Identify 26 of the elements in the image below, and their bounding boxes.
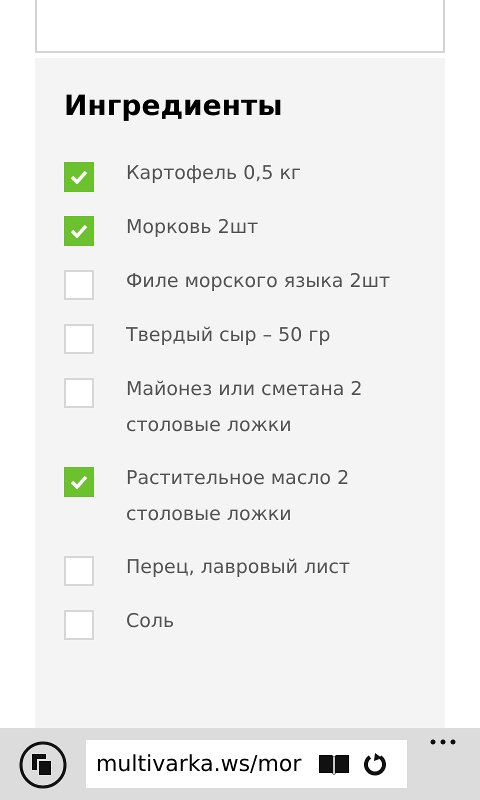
section-title: Ингредиенты (64, 88, 284, 124)
refresh-icon[interactable] (362, 751, 388, 777)
checkmark-icon (70, 475, 88, 489)
more-icon[interactable] (429, 738, 457, 746)
tabs-icon[interactable] (18, 740, 68, 790)
book-icon[interactable] (318, 752, 350, 776)
ingredient-label: Соль (126, 609, 176, 634)
checkbox[interactable] (64, 216, 94, 246)
checkmark-icon (70, 170, 88, 184)
ingredient-label: Твердый сыр – 50 гр (126, 323, 332, 348)
address-field[interactable]: multivarka.ws/mor (86, 740, 407, 788)
ingredient-label: Растительное масло 2 столовые ложки (126, 466, 350, 527)
checkbox[interactable] (64, 270, 94, 300)
ingredient-label: Картофель 0,5 кг (126, 161, 302, 186)
checkbox[interactable] (64, 610, 94, 640)
ingredient-label: Майонез или сметана 2 столовые ложки (126, 377, 364, 438)
ingredient-label: Перец, лавровый лист (126, 555, 352, 580)
checkmark-icon (70, 224, 88, 238)
ingredient-label: Филе морского языка 2шт (126, 269, 392, 294)
checkbox[interactable] (64, 467, 94, 497)
url-text: multivarka.ws/mor (96, 752, 302, 776)
ingredient-label: Морковь 2шт (126, 215, 260, 240)
checkbox[interactable] (64, 162, 94, 192)
checkbox[interactable] (64, 378, 94, 408)
checkbox[interactable] (64, 556, 94, 586)
checkbox[interactable] (64, 324, 94, 354)
